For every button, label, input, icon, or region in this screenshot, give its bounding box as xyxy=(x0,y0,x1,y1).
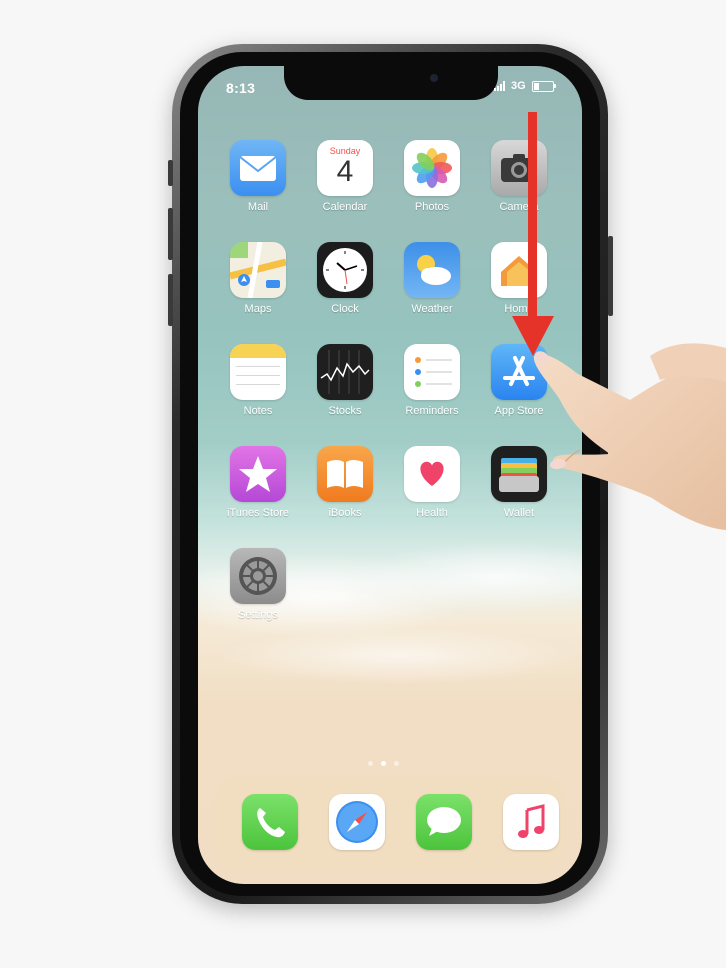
app-maps[interactable]: Maps xyxy=(216,242,300,315)
app-label: Reminders xyxy=(405,405,459,417)
app-clock[interactable]: Clock xyxy=(303,242,387,315)
camera-icon xyxy=(491,140,547,196)
app-label: Settings xyxy=(238,609,278,621)
itunes-store-icon xyxy=(230,446,286,502)
front-camera xyxy=(430,74,438,82)
dock-app-messages[interactable] xyxy=(402,794,486,850)
clock-icon xyxy=(317,242,373,298)
app-label: Health xyxy=(416,507,448,519)
home-icon xyxy=(491,242,547,298)
app-itunes-store[interactable]: iTunes Store xyxy=(216,446,300,519)
weather-icon xyxy=(404,242,460,298)
volume-up-button xyxy=(168,208,173,260)
app-label: Maps xyxy=(244,303,272,315)
safari-icon xyxy=(329,794,385,850)
app-label: iTunes Store xyxy=(227,507,289,519)
reminders-icon xyxy=(404,344,460,400)
app-ibooks[interactable]: iBooks xyxy=(303,446,387,519)
page-dot xyxy=(394,761,399,766)
app-settings[interactable]: Settings xyxy=(216,548,300,621)
settings-icon xyxy=(230,548,286,604)
page-dot xyxy=(368,761,373,766)
health-icon xyxy=(404,446,460,502)
status-indicators: 3G xyxy=(494,80,556,92)
dock-app-music[interactable] xyxy=(489,794,573,850)
side-button xyxy=(608,236,613,316)
phone-icon xyxy=(242,794,298,850)
app-label: Weather xyxy=(411,303,453,315)
swipe-down-arrow-shaft xyxy=(528,112,537,324)
app-label: iBooks xyxy=(328,507,362,519)
photos-icon xyxy=(404,140,460,196)
calendar-day: 4 xyxy=(336,155,354,188)
volume-down-button xyxy=(168,274,173,326)
hand-illustration xyxy=(533,343,726,530)
app-label: Clock xyxy=(331,303,359,315)
app-weather[interactable]: Weather xyxy=(390,242,474,315)
music-icon xyxy=(503,794,559,850)
app-label: Notes xyxy=(243,405,273,417)
app-notes[interactable]: Notes xyxy=(216,344,300,417)
app-label: Photos xyxy=(414,201,450,213)
app-label: Stocks xyxy=(328,405,362,417)
app-home[interactable]: Home xyxy=(477,242,561,315)
battery-icon xyxy=(531,80,556,92)
stocks-icon xyxy=(317,344,373,400)
stage: 8:13 3G Mail Sunday 4 Calendar Photos Ca… xyxy=(0,0,726,968)
calendar-icon: Sunday 4 xyxy=(317,140,373,196)
mute-switch xyxy=(168,160,173,186)
maps-icon xyxy=(230,242,286,298)
status-time: 8:13 xyxy=(226,80,256,96)
app-health[interactable]: Health xyxy=(390,446,474,519)
dock xyxy=(214,776,566,872)
notch xyxy=(284,64,498,100)
app-calendar[interactable]: Sunday 4 Calendar xyxy=(303,140,387,213)
ibooks-icon xyxy=(317,446,373,502)
page-indicator[interactable] xyxy=(368,761,399,766)
network-type: 3G xyxy=(511,80,526,92)
dock-app-safari[interactable] xyxy=(315,794,399,850)
dock-app-phone[interactable] xyxy=(228,794,312,850)
messages-icon xyxy=(416,794,472,850)
notes-icon xyxy=(230,344,286,400)
app-photos[interactable]: Photos xyxy=(390,140,474,213)
app-label: Camera xyxy=(499,201,539,213)
app-camera[interactable]: Camera xyxy=(477,140,561,213)
mail-icon xyxy=(230,140,286,196)
app-label: Mail xyxy=(247,201,269,213)
app-label: Calendar xyxy=(322,201,368,213)
app-label: Home xyxy=(504,303,534,315)
app-reminders[interactable]: Reminders xyxy=(390,344,474,417)
app-stocks[interactable]: Stocks xyxy=(303,344,387,417)
page-dot-active xyxy=(381,761,386,766)
app-mail[interactable]: Mail xyxy=(216,140,300,213)
signal-icon xyxy=(494,81,505,91)
